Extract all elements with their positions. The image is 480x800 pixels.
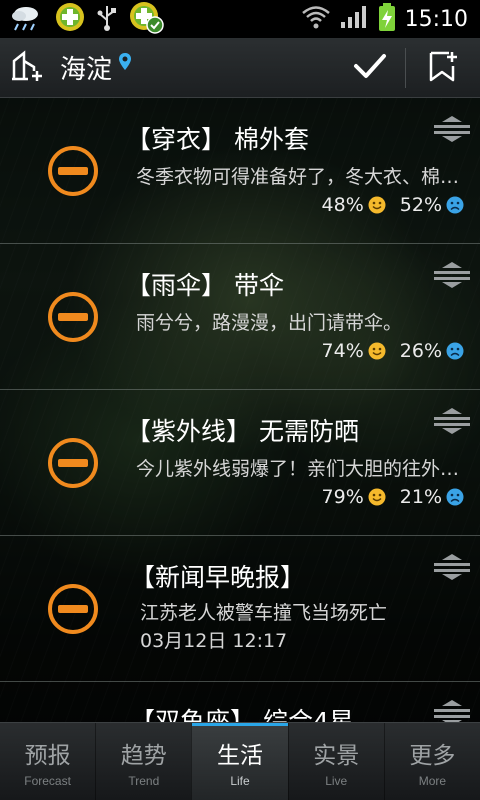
- card-title: 【雨伞】 带伞: [126, 271, 284, 300]
- remove-icon[interactable]: [46, 290, 100, 344]
- add-card-button[interactable]: [406, 38, 480, 98]
- tab-label: 预报: [24, 742, 71, 769]
- card-description: 雨兮兮，路漫漫，出门请带伞。: [136, 312, 403, 334]
- tab-label: 生活: [217, 742, 263, 769]
- tab-more[interactable]: 更多 More: [383, 723, 480, 800]
- happy-stat[interactable]: 74%: [322, 340, 386, 362]
- happy-stat[interactable]: 48%: [322, 194, 386, 216]
- status-time: 15:10: [404, 6, 468, 32]
- add-card-icon: [428, 50, 458, 86]
- tab-label: 更多: [409, 742, 456, 769]
- vote-stats: 79% 21%: [308, 486, 464, 508]
- status-bar: 15:10: [0, 0, 480, 38]
- smile-icon: [368, 196, 386, 214]
- card-uv[interactable]: 【紫外线】 无需防晒 今儿紫外线弱爆了！亲们大胆的往外走吧 79% 21%: [0, 390, 480, 536]
- sad-stat[interactable]: 26%: [400, 340, 464, 362]
- card-title: 【穿衣】 棉外套: [126, 125, 309, 154]
- tab-forecast[interactable]: 预报 Forecast: [0, 723, 95, 800]
- drag-handle-icon[interactable]: [434, 262, 470, 288]
- sad-icon: [446, 342, 464, 360]
- news-headline[interactable]: 江苏老人被警车撞飞当场死亡: [140, 598, 470, 625]
- card-title: 【双鱼座】 综合4星: [130, 707, 354, 722]
- tab-life[interactable]: 生活 Life: [191, 723, 288, 800]
- tab-label: 趋势: [120, 742, 167, 769]
- card-umbrella[interactable]: 【雨伞】 带伞 雨兮兮，路漫漫，出门请带伞。 74% 26%: [0, 244, 480, 390]
- drag-handle-icon[interactable]: [434, 554, 470, 580]
- smile-icon: [368, 342, 386, 360]
- remove-icon[interactable]: [46, 144, 100, 198]
- happy-percent: 79%: [321, 486, 364, 508]
- drag-handle-icon[interactable]: [434, 116, 470, 142]
- vote-stats: 74% 26%: [308, 340, 464, 362]
- wifi-icon: [301, 4, 331, 34]
- title-bar: 海淀: [0, 38, 480, 98]
- card-title: 【紫外线】 无需防晒: [126, 417, 359, 446]
- drag-handle-icon[interactable]: [434, 700, 470, 722]
- city-add-button[interactable]: [0, 38, 56, 98]
- happy-stat[interactable]: 79%: [322, 486, 386, 508]
- sad-percent: 26%: [399, 340, 442, 362]
- card-horoscope[interactable]: 【双鱼座】 综合4星: [0, 682, 480, 722]
- sad-icon: [446, 488, 464, 506]
- confirm-button[interactable]: [335, 38, 405, 98]
- city-name[interactable]: 海淀: [60, 49, 112, 86]
- check-icon: [353, 52, 387, 84]
- tab-sublabel: Life: [230, 773, 250, 788]
- app-plus-icon: [54, 1, 86, 37]
- sad-stat[interactable]: 21%: [400, 486, 464, 508]
- bottom-tab-bar: 预报 Forecast 趋势 Trend 生活 Life 实景 Live 更多 …: [0, 722, 480, 800]
- life-index-list[interactable]: 【穿衣】 棉外套 冬季衣物可得准备好了，冬大衣、棉衣、围巾 48% 52% 【雨…: [0, 98, 480, 722]
- tab-sublabel: Live: [325, 773, 348, 788]
- sad-stat[interactable]: 52%: [400, 194, 464, 216]
- card-description: 冬季衣物可得准备好了，冬大衣、棉衣、围巾: [136, 166, 466, 188]
- usb-icon: [96, 2, 118, 36]
- sad-icon: [446, 196, 464, 214]
- app-check-icon: [128, 0, 164, 38]
- signal-icon: [339, 4, 369, 34]
- tab-label: 实景: [313, 742, 360, 769]
- happy-percent: 48%: [321, 194, 364, 216]
- tab-sublabel: Trend: [128, 773, 160, 788]
- card-news[interactable]: 【新闻早晚报】 江苏老人被警车撞飞当场死亡 03月12日 12:17: [0, 536, 480, 682]
- remove-icon[interactable]: [46, 436, 100, 490]
- card-clothing[interactable]: 【穿衣】 棉外套 冬季衣物可得准备好了，冬大衣、棉衣、围巾 48% 52%: [0, 98, 480, 244]
- happy-percent: 74%: [321, 340, 364, 362]
- vote-stats: 48% 52%: [308, 194, 464, 216]
- battery-charging-icon: [377, 2, 397, 36]
- sad-percent: 21%: [399, 486, 442, 508]
- sad-percent: 52%: [399, 194, 442, 216]
- remove-icon[interactable]: [46, 582, 100, 636]
- weather-rain-icon: [8, 2, 44, 36]
- card-description: 今儿紫外线弱爆了！亲们大胆的往外走吧: [136, 458, 466, 480]
- city-add-icon: [10, 49, 46, 87]
- location-pin-icon: [118, 52, 132, 76]
- card-title: 【新闻早晚报】: [130, 563, 306, 592]
- tab-live[interactable]: 实景 Live: [287, 723, 384, 800]
- tab-trend[interactable]: 趋势 Trend: [95, 723, 191, 800]
- news-date: 03月12日 12:17: [140, 630, 288, 652]
- drag-handle-icon[interactable]: [434, 408, 470, 434]
- tab-sublabel: More: [418, 773, 447, 788]
- tab-sublabel: Forecast: [24, 773, 71, 788]
- smile-icon: [368, 488, 386, 506]
